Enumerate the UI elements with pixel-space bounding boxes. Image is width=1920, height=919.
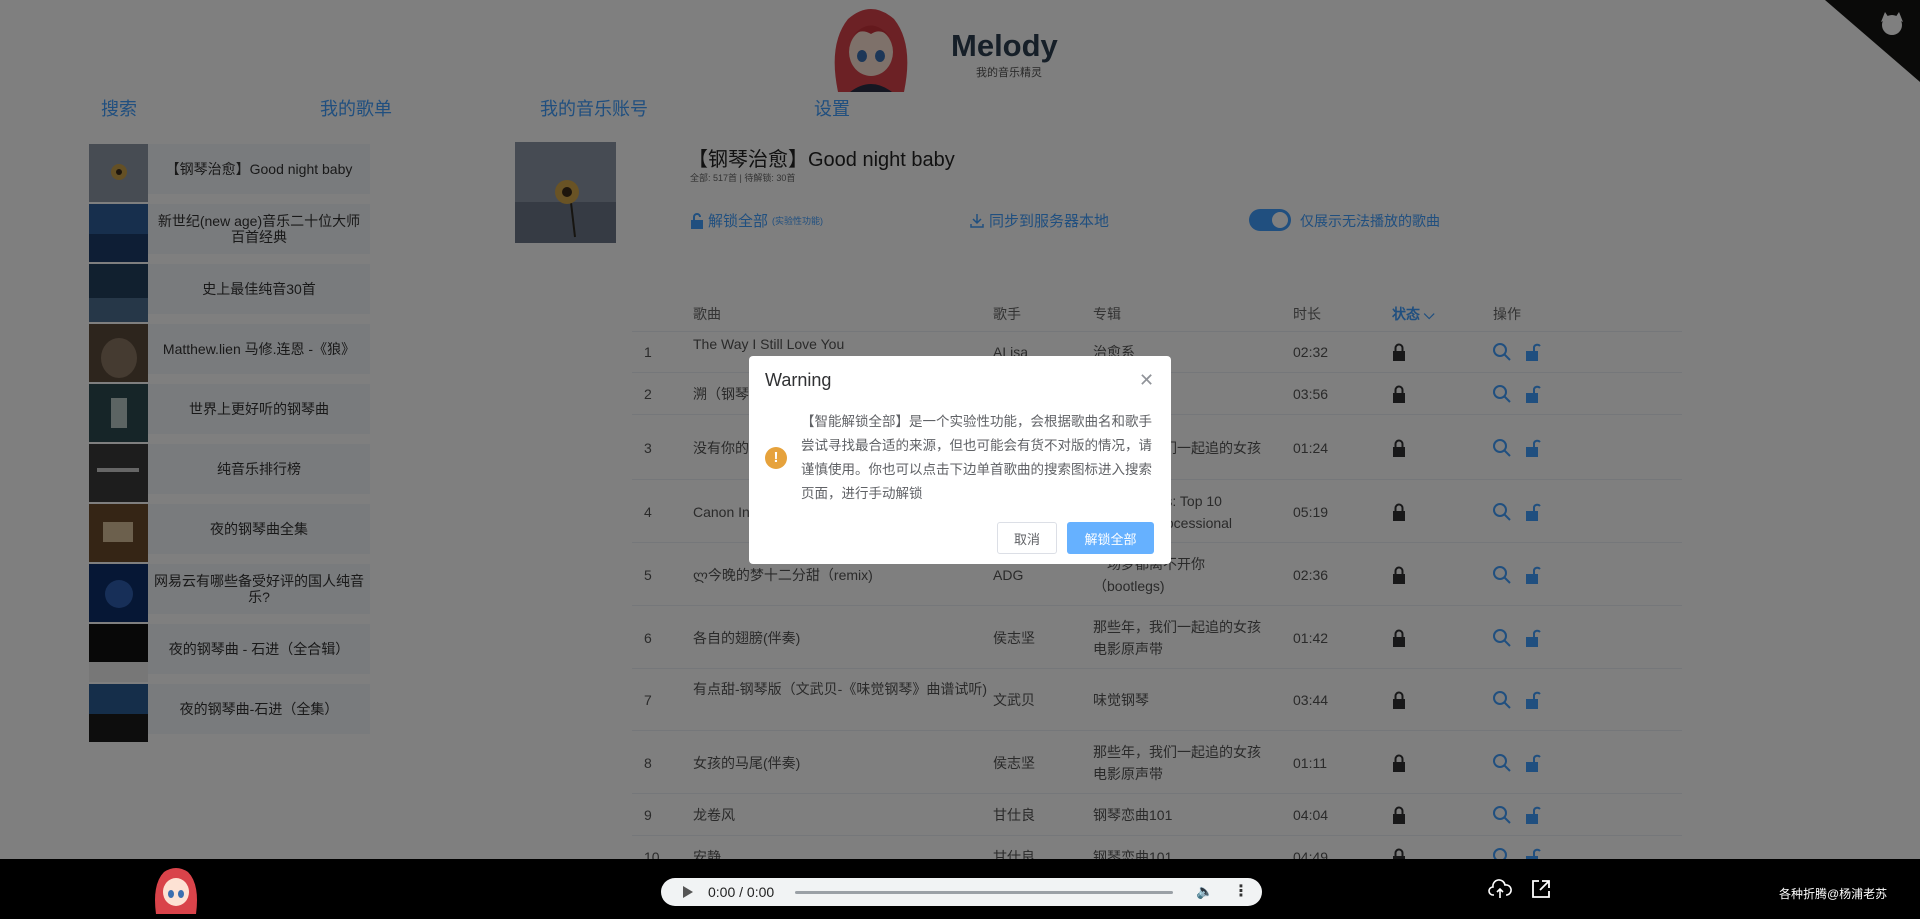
more-options-icon[interactable]: ⋮ [1233, 881, 1249, 901]
playback-time: 0:00 / 0:00 [708, 884, 775, 900]
dialog-message: 【智能解锁全部】是一个实验性功能，会根据歌曲名和歌手尝试寻找最合适的来源，但也可… [801, 414, 1152, 501]
external-link-icon[interactable] [1530, 878, 1552, 900]
warning-icon: ! [765, 447, 787, 469]
footer-credit: 各种折腾@杨浦老苏 [1779, 887, 1888, 901]
confirm-unlock-all-button[interactable]: 解锁全部 [1067, 522, 1154, 554]
warning-dialog: Warning ✕ ! 【智能解锁全部】是一个实验性功能，会根据歌曲名和歌手尝试… [749, 356, 1171, 564]
player-avatar [155, 868, 197, 914]
player-bar: 0:00 / 0:00 🔈 ⋮ 各种折腾@杨浦老苏 [0, 859, 1920, 919]
volume-icon[interactable]: 🔈 [1196, 883, 1213, 900]
close-icon[interactable]: ✕ [1139, 370, 1154, 391]
seek-bar[interactable] [795, 891, 1173, 894]
audio-player: 0:00 / 0:00 🔈 ⋮ [661, 878, 1262, 906]
play-icon[interactable] [683, 886, 693, 898]
dialog-title: Warning [765, 370, 832, 390]
cloud-upload-icon[interactable] [1488, 878, 1512, 900]
cancel-button[interactable]: 取消 [997, 522, 1057, 554]
